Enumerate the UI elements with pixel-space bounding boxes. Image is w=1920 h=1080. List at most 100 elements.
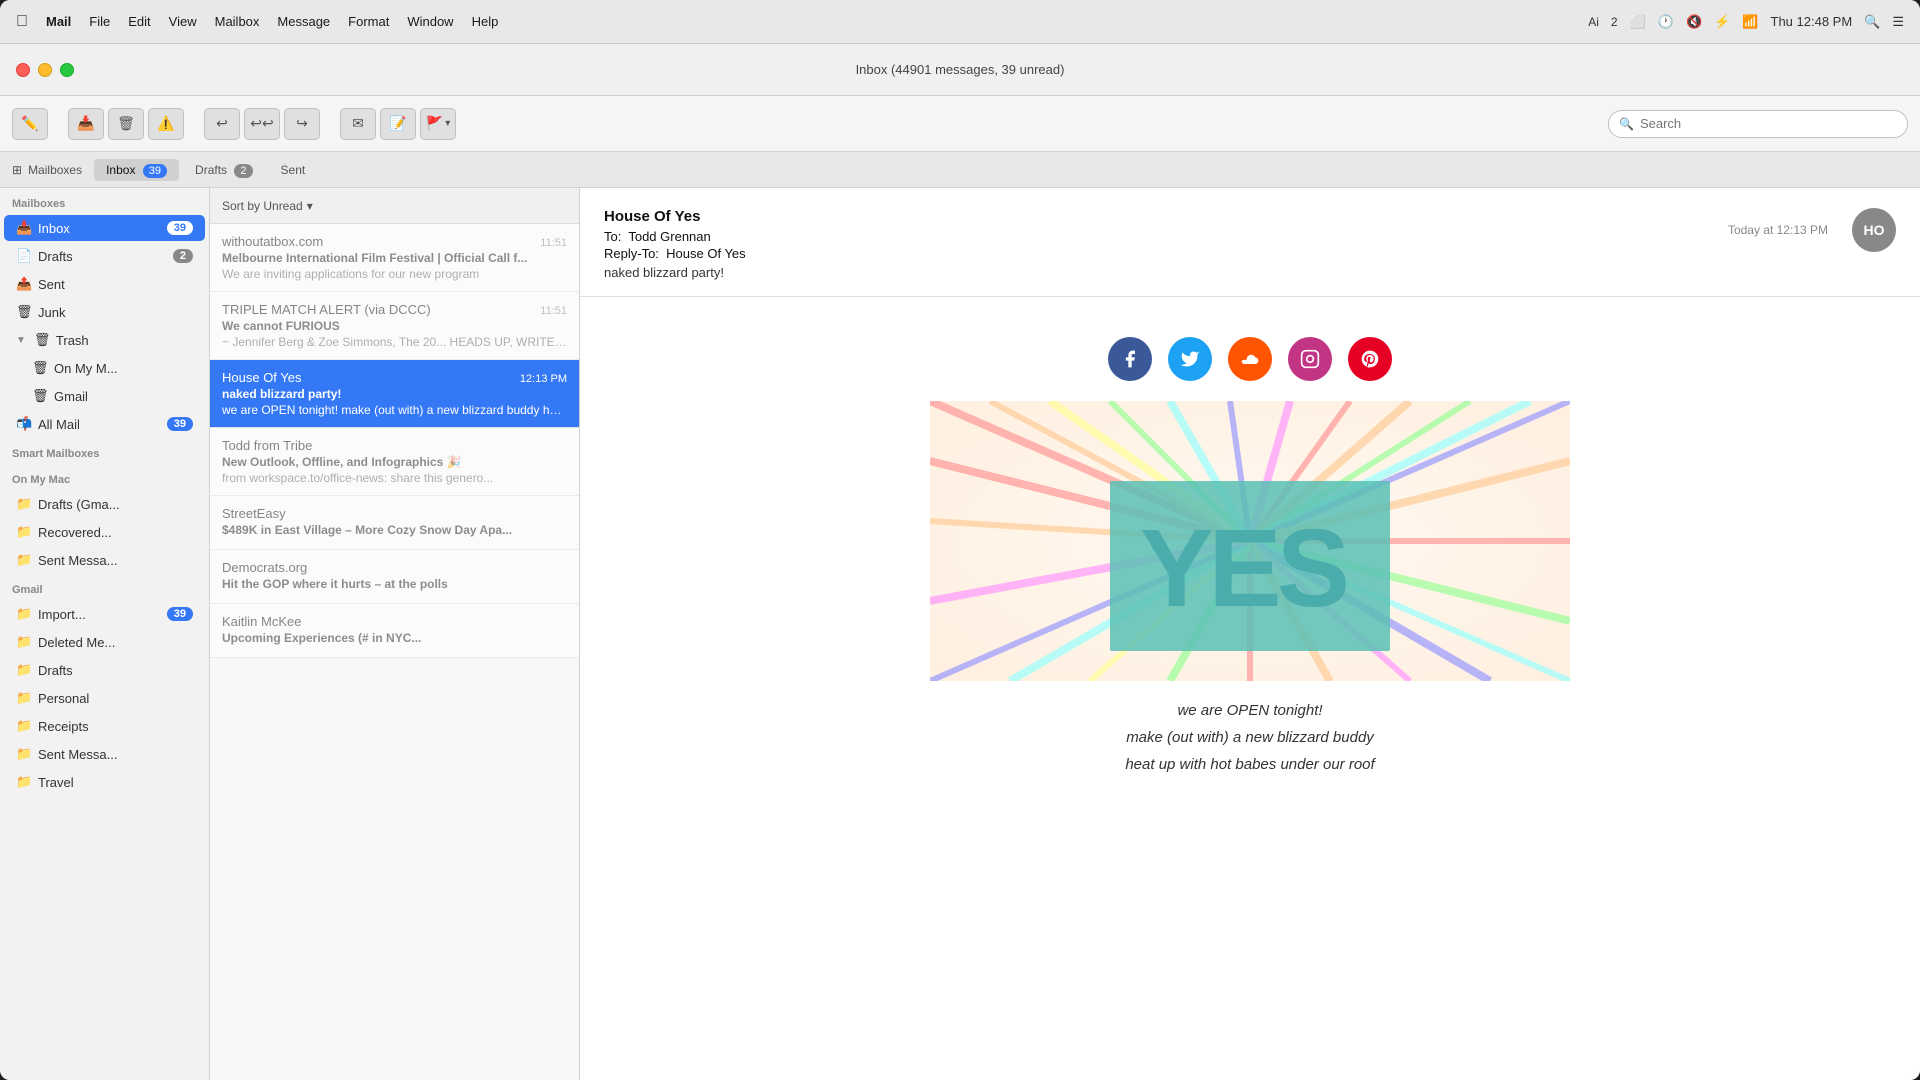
traffic-lights (16, 63, 74, 77)
email-body-text: we are OPEN tonight! make (out with) a n… (580, 681, 1920, 794)
folder-icon-7: 📁 (16, 690, 32, 706)
twitter-icon[interactable] (1168, 337, 1212, 381)
message-item[interactable]: Todd from Tribe New Outlook, Offline, an… (210, 428, 579, 496)
delete-button[interactable]: 🗑 (108, 108, 144, 140)
junk-label: Junk (38, 305, 193, 320)
notification-icon[interactable]: ☰ (1892, 14, 1904, 30)
msg-subject-4: New Outlook, Offline, and Infographics 🎉 (222, 455, 567, 469)
msg-subject-1: Melbourne International Film Festival | … (222, 251, 567, 265)
email-subject: naked blizzard party! (604, 265, 1728, 280)
title-bar: Inbox (44901 messages, 39 unread) (0, 44, 1920, 96)
menu-message[interactable]: Message (277, 14, 330, 29)
search-menu-icon[interactable]: 🔍 (1864, 14, 1880, 30)
drafts-gma-label: Drafts (Gma... (38, 497, 193, 512)
message-item[interactable]: StreetEasy $489K in East Village – More … (210, 496, 579, 550)
message-list-header: Sort by Unread ▾ (210, 188, 579, 224)
sort-label: Sort by Unread (222, 199, 303, 213)
menu-mail[interactable]: Mail (46, 14, 71, 29)
instagram-icon[interactable] (1288, 337, 1332, 381)
msg-subject-3: naked blizzard party! (222, 387, 567, 401)
to-label: To: (604, 229, 621, 244)
sidebar-item-drafts-gmail[interactable]: 📁 Drafts (4, 657, 205, 683)
sidebar-item-trash-onmymac[interactable]: 🗑 On My M... (4, 355, 205, 381)
menu-window[interactable]: Window (407, 14, 453, 29)
new-message-button[interactable]: ✉ (340, 108, 376, 140)
forward-button[interactable]: ↪ (284, 108, 320, 140)
sidebar-item-drafts[interactable]: 📄 Drafts 2 (4, 243, 205, 269)
msg-subject-6: Hit the GOP where it hurts – at the poll… (222, 577, 567, 591)
menu-help[interactable]: Help (472, 14, 499, 29)
clock: Thu 12:48 PM (1771, 14, 1853, 29)
sidebar-item-drafts-gma[interactable]: 📁 Drafts (Gma... (4, 491, 205, 517)
trash-icon: 🗑 (34, 332, 50, 348)
reply-all-button[interactable]: ↩↩ (244, 108, 280, 140)
search-input[interactable] (1640, 116, 1897, 131)
junk-button[interactable]: ⚠️ (148, 108, 184, 140)
reply-button[interactable]: ↩ (204, 108, 240, 140)
drafts-sidebar-badge: 2 (173, 249, 193, 263)
sidebar-section-smart: Smart Mailboxes (0, 438, 209, 464)
sort-button[interactable]: Sort by Unread ▾ (222, 199, 313, 213)
email-header-left: House Of Yes To: Todd Grennan Reply-To: … (604, 208, 1728, 280)
recovered-label: Recovered... (38, 525, 193, 540)
allmail-badge: 39 (167, 417, 193, 431)
fullscreen-button[interactable] (60, 63, 74, 77)
mailboxes-button[interactable]: ⊞ Mailboxes (12, 163, 82, 177)
soundcloud-icon[interactable] (1228, 337, 1272, 381)
inbox-badge: 39 (143, 164, 167, 178)
tab-drafts[interactable]: Drafts 2 (183, 159, 264, 181)
msg-header-3: House Of Yes 12:13 PM (222, 370, 567, 385)
facebook-icon[interactable] (1108, 337, 1152, 381)
tab-inbox[interactable]: Inbox 39 (94, 159, 179, 181)
menu-mailbox[interactable]: Mailbox (215, 14, 260, 29)
sidebar-item-import[interactable]: 📁 Import... 39 (4, 601, 205, 627)
menu-file[interactable]: File (89, 14, 110, 29)
email-detail: House Of Yes To: Todd Grennan Reply-To: … (580, 188, 1920, 1080)
mailboxes-label-text: Mailboxes (28, 163, 82, 177)
msg-time-2: 11:51 (540, 305, 567, 317)
sidebar-item-deleted[interactable]: 📁 Deleted Me... (4, 629, 205, 655)
folder-icon-9: 📁 (16, 746, 32, 762)
archive-button[interactable]: 📥 (68, 108, 104, 140)
flag-button[interactable]: 🚩▾ (420, 108, 456, 140)
sidebar-item-sent[interactable]: 📤 Sent (4, 271, 205, 297)
menu-view[interactable]: View (169, 14, 197, 29)
sidebar-item-trash-gmail[interactable]: 🗑 Gmail (4, 383, 205, 409)
import-label: Import... (38, 607, 161, 622)
avatar: HO (1852, 208, 1896, 252)
sidebar-item-personal[interactable]: 📁 Personal (4, 685, 205, 711)
menu-bar:  Mail File Edit View Mailbox Message Fo… (0, 0, 1920, 44)
screen-icon: ⬜ (1630, 14, 1646, 30)
msg-header-2: TRIPLE MATCH ALERT (via DCCC) 11:51 (222, 302, 567, 317)
trash-gmail-icon: 🗑 (32, 388, 48, 404)
message-item[interactable]: Kaitlin McKee Upcoming Experiences (# in… (210, 604, 579, 658)
msg-preview-2: ~ Jennifer Berg & Zoe Simmons, The 20...… (222, 335, 567, 349)
sidebar-item-sentmessa-onmymac[interactable]: 📁 Sent Messa... (4, 547, 205, 573)
sidebar-item-allmail[interactable]: 📬 All Mail 39 (4, 411, 205, 437)
message-item-selected[interactable]: House Of Yes 12:13 PM naked blizzard par… (210, 360, 579, 428)
sidebar-item-receipts[interactable]: 📁 Receipts (4, 713, 205, 739)
adobe-icon: Ai (1588, 15, 1599, 29)
sidebar-item-inbox[interactable]: 📥 Inbox 39 (4, 215, 205, 241)
tab-sent[interactable]: Sent (269, 159, 318, 181)
sidebar-item-trash[interactable]: ▼ 🗑 Trash (4, 327, 205, 353)
yes-banner: YES (930, 401, 1570, 681)
sidebar-item-sentmessa-gmail[interactable]: 📁 Sent Messa... (4, 741, 205, 767)
search-bar[interactable]: 🔍 (1608, 110, 1908, 138)
menu-format[interactable]: Format (348, 14, 389, 29)
msg-header-6: Democrats.org (222, 560, 567, 575)
sidebar-item-junk[interactable]: 🗑 Junk (4, 299, 205, 325)
compose-button[interactable]: ✏️ (12, 108, 48, 140)
message-item[interactable]: Democrats.org Hit the GOP where it hurts… (210, 550, 579, 604)
pinterest-icon[interactable] (1348, 337, 1392, 381)
sent-label: Sent (38, 277, 193, 292)
close-button[interactable] (16, 63, 30, 77)
apple-menu[interactable]:  (16, 13, 28, 31)
note-button[interactable]: 📝 (380, 108, 416, 140)
sidebar-item-recovered[interactable]: 📁 Recovered... (4, 519, 205, 545)
minimize-button[interactable] (38, 63, 52, 77)
sidebar-item-travel[interactable]: 📁 Travel (4, 769, 205, 795)
menu-edit[interactable]: Edit (128, 14, 150, 29)
message-item[interactable]: withoutatbox.com 11:51 Melbourne Interna… (210, 224, 579, 292)
message-item[interactable]: TRIPLE MATCH ALERT (via DCCC) 11:51 We c… (210, 292, 579, 360)
